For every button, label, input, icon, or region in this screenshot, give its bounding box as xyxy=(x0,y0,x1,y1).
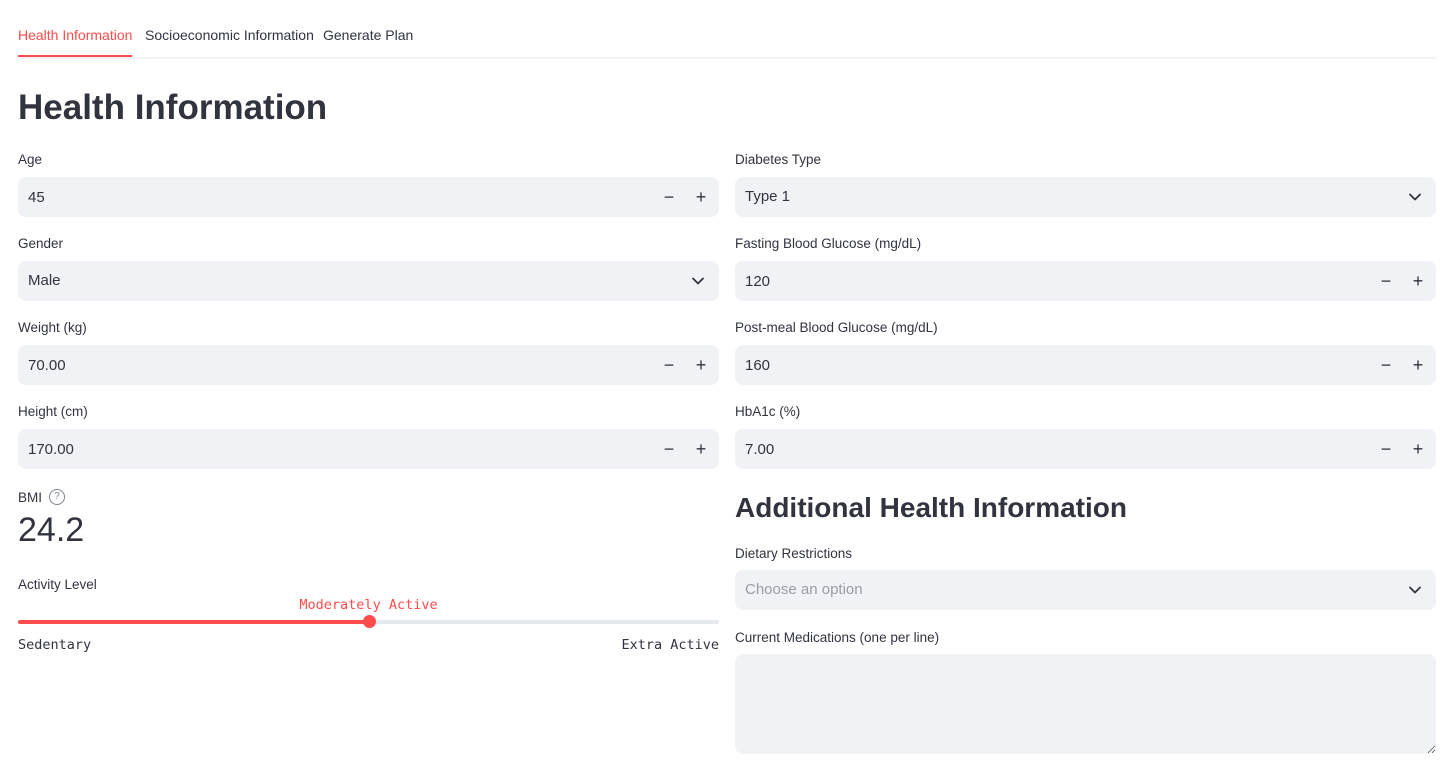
bmi-label: BMI xyxy=(18,489,43,505)
activity-level-label: Activity Level xyxy=(18,577,97,592)
weight-decrement-button[interactable]: − xyxy=(653,345,685,385)
postmeal-glucose-label: Post-meal Blood Glucose (mg/dL) xyxy=(735,320,938,335)
postmeal-glucose-stepper: − + xyxy=(735,345,1436,385)
activity-level-min-label: Sedentary xyxy=(18,637,92,653)
tab-generate-plan[interactable]: Generate Plan xyxy=(323,0,413,55)
height-label: Height (cm) xyxy=(18,404,88,419)
bmi-metric-label: BMI ? xyxy=(18,489,66,505)
weight-stepper: − + xyxy=(18,345,719,385)
fasting-glucose-increment-button[interactable]: + xyxy=(1402,261,1434,301)
diabetes-type-select[interactable]: Type 1 xyxy=(735,177,1436,217)
chevron-down-icon xyxy=(1409,193,1421,201)
gender-selected-value: Male xyxy=(28,272,61,289)
weight-input[interactable] xyxy=(18,345,579,385)
age-label: Age xyxy=(18,152,43,167)
dietary-restrictions-placeholder: Choose an option xyxy=(745,581,863,598)
diabetes-type-label: Diabetes Type xyxy=(735,152,822,167)
gender-select[interactable]: Male xyxy=(18,261,719,301)
weight-increment-button[interactable]: + xyxy=(685,345,717,385)
postmeal-glucose-increment-button[interactable]: + xyxy=(1402,345,1434,385)
age-input[interactable] xyxy=(18,177,579,217)
activity-level-slider[interactable] xyxy=(18,615,719,628)
hba1c-input[interactable] xyxy=(735,429,1296,469)
current-medications-textarea[interactable] xyxy=(735,654,1436,754)
dietary-restrictions-label: Dietary Restrictions xyxy=(735,546,853,561)
age-stepper: − + xyxy=(18,177,719,217)
tab-socioeconomic-information[interactable]: Socioeconomic Information xyxy=(145,0,314,55)
current-medications-label: Current Medications (one per line) xyxy=(735,630,940,645)
weight-label: Weight (kg) xyxy=(18,320,87,335)
page-title: Health Information xyxy=(18,88,328,127)
slider-thumb[interactable] xyxy=(362,615,376,628)
fasting-glucose-input[interactable] xyxy=(735,261,1296,301)
height-stepper: − + xyxy=(18,429,719,469)
height-increment-button[interactable]: + xyxy=(685,429,717,469)
activity-level-current-value: Moderately Active xyxy=(299,597,438,613)
age-increment-button[interactable]: + xyxy=(685,177,717,217)
fasting-glucose-label: Fasting Blood Glucose (mg/dL) xyxy=(735,236,922,251)
tab-bar: Health Information Socioeconomic Informa… xyxy=(18,0,1436,59)
hba1c-label: HbA1c (%) xyxy=(735,404,801,419)
hba1c-stepper: − + xyxy=(735,429,1436,469)
dietary-restrictions-multiselect[interactable]: Choose an option xyxy=(735,570,1436,610)
bmi-value: 24.2 xyxy=(18,511,85,549)
chevron-down-icon xyxy=(692,277,704,285)
slider-fill xyxy=(18,620,369,624)
diabetes-type-selected-value: Type 1 xyxy=(745,188,791,205)
hba1c-decrement-button[interactable]: − xyxy=(1370,429,1402,469)
activity-level-max-label: Extra Active xyxy=(621,637,719,653)
age-decrement-button[interactable]: − xyxy=(653,177,685,217)
question-circle-icon[interactable]: ? xyxy=(49,489,66,505)
height-decrement-button[interactable]: − xyxy=(653,429,685,469)
gender-label: Gender xyxy=(18,236,64,251)
chevron-down-icon xyxy=(1409,586,1421,594)
postmeal-glucose-input[interactable] xyxy=(735,345,1296,385)
tab-health-information[interactable]: Health Information xyxy=(18,0,133,57)
fasting-glucose-decrement-button[interactable]: − xyxy=(1370,261,1402,301)
hba1c-increment-button[interactable]: + xyxy=(1402,429,1434,469)
fasting-glucose-stepper: − + xyxy=(735,261,1436,301)
postmeal-glucose-decrement-button[interactable]: − xyxy=(1370,345,1402,385)
additional-health-title: Additional Health Information xyxy=(735,492,1127,523)
height-input[interactable] xyxy=(18,429,579,469)
